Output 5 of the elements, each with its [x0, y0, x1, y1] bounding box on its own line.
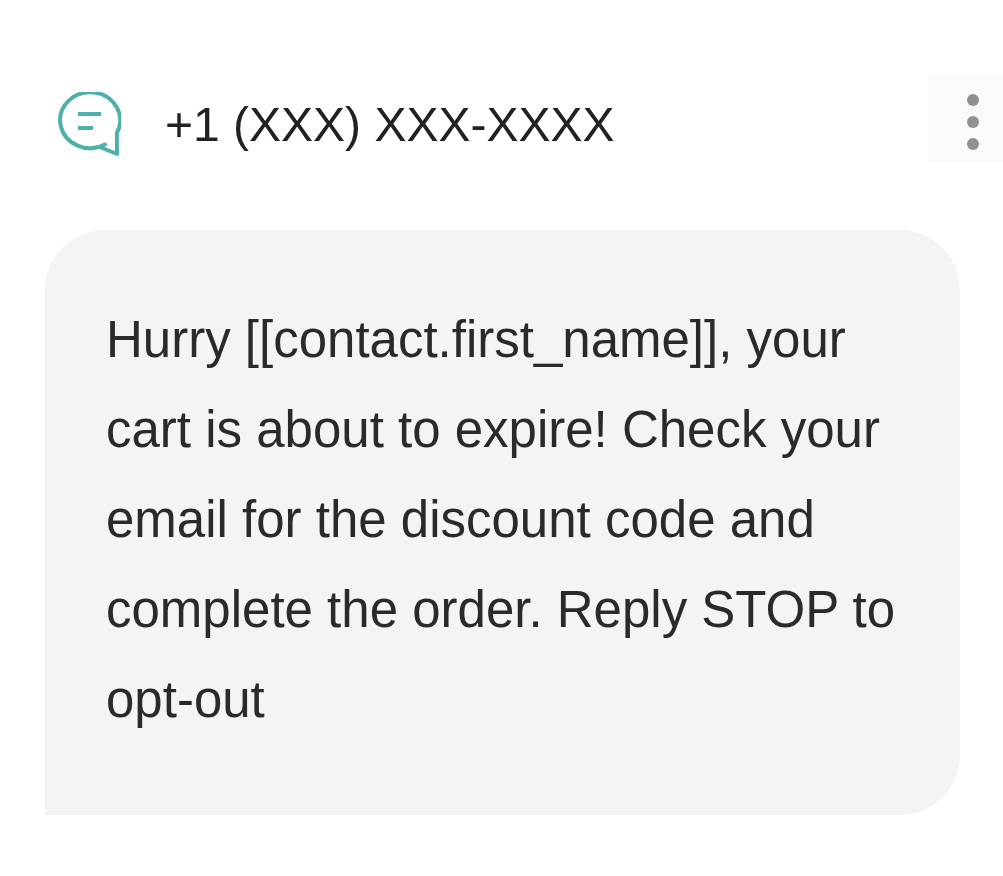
more-options-button[interactable] — [928, 75, 1003, 163]
phone-number: +1 (XXX) XXX-XXXX — [165, 101, 615, 149]
chat-bubble-icon — [55, 92, 121, 158]
message-text: Hurry [[contact.first_name]], your cart is about to expire! Check your email for the discount code and complete the order. Reply STOP to opt-out — [106, 310, 897, 730]
more-vertical-icon — [967, 94, 979, 150]
